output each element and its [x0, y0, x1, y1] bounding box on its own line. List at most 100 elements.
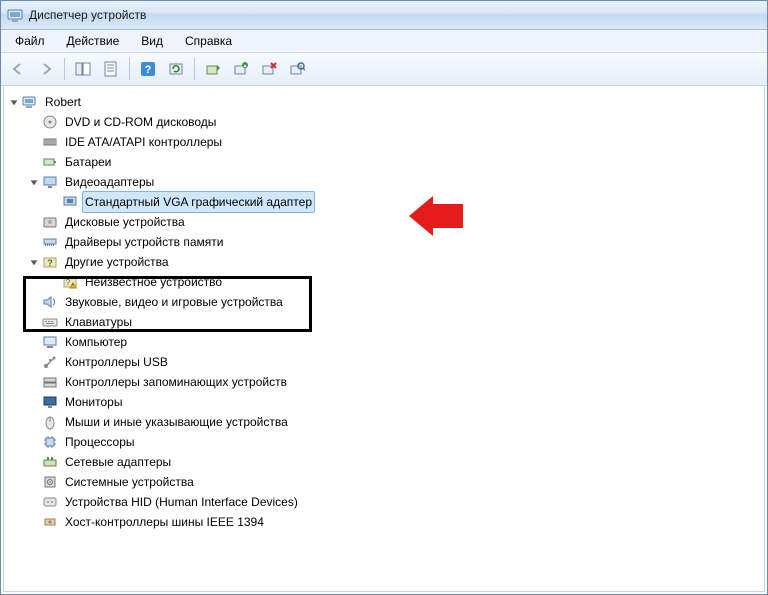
- update-driver-icon: [205, 61, 221, 77]
- display-chip-icon: [62, 194, 78, 210]
- tree-item-cat-4[interactable]: Дисковые устройства: [8, 212, 760, 232]
- device-tree[interactable]: Robert DVD и CD-ROM дисководы IDE ATA/AT…: [3, 85, 765, 592]
- tree-item-label: Дисковые устройства: [62, 211, 188, 233]
- tree-item-cat-8[interactable]: Клавиатуры: [8, 312, 760, 332]
- toolbar-scan[interactable]: [284, 56, 310, 82]
- usb-icon: [42, 354, 58, 370]
- toolbar-separator: [194, 58, 195, 80]
- tree-item-cat-10[interactable]: Контроллеры USB: [8, 352, 760, 372]
- arrow-left-icon: [10, 61, 26, 77]
- monitor-icon: [42, 394, 58, 410]
- disable-icon: [261, 61, 277, 77]
- device-manager-window: Диспетчер устройств Файл Действие Вид Сп…: [0, 0, 768, 595]
- arrow-right-icon: [38, 61, 54, 77]
- computer-root-icon: [22, 94, 38, 110]
- tree-item-cat-15[interactable]: Сетевые адаптеры: [8, 452, 760, 472]
- refresh-icon: [168, 61, 184, 77]
- tree-item-cat-5[interactable]: Драйверы устройств памяти: [8, 232, 760, 252]
- svg-text:?: ?: [66, 278, 71, 287]
- hid-icon: [42, 494, 58, 510]
- toolbar-update-driver[interactable]: [200, 56, 226, 82]
- disk-icon: [42, 214, 58, 230]
- tree-item-cat-3[interactable]: Видеоадаптеры: [8, 172, 760, 192]
- toolbar-disable[interactable]: [256, 56, 282, 82]
- toolbar: ? ▲: [1, 53, 767, 86]
- tree-item-label: DVD и CD-ROM дисководы: [62, 111, 219, 133]
- uninstall-icon: ▲: [233, 61, 249, 77]
- tree-item-label: Процессоры: [62, 431, 138, 453]
- console-tree-icon: [75, 61, 91, 77]
- tree-item-cat-2[interactable]: Батареи: [8, 152, 760, 172]
- tree-item-cat-11[interactable]: Контроллеры запоминающих устройств: [8, 372, 760, 392]
- toolbar-separator: [129, 58, 130, 80]
- tree-item-label: Другие устройства: [62, 251, 172, 273]
- tree-item-label: Батареи: [62, 151, 114, 173]
- toolbar-back[interactable]: [5, 56, 31, 82]
- unknown-warn-icon: ?!: [62, 274, 78, 290]
- tree-item-cat-12[interactable]: Мониторы: [8, 392, 760, 412]
- toolbar-show-hide[interactable]: [70, 56, 96, 82]
- tree-item-label: Неизвестное устройство: [82, 271, 225, 293]
- red-arrow-annotation: [409, 196, 463, 236]
- tree-item-cat-17[interactable]: Устройства HID (Human Interface Devices): [8, 492, 760, 512]
- keyboard-icon: [42, 314, 58, 330]
- window-title: Диспетчер устройств: [29, 8, 146, 22]
- tree-item-cat-3-child-0[interactable]: Стандартный VGA графический адаптер: [8, 192, 760, 212]
- toolbar-forward[interactable]: [33, 56, 59, 82]
- battery-icon: [42, 154, 58, 170]
- collapse-icon[interactable]: [28, 256, 40, 268]
- tree-item-cat-7[interactable]: Звуковые, видео и игровые устройства: [8, 292, 760, 312]
- tree-item-label: Мониторы: [62, 391, 125, 413]
- toolbar-help[interactable]: ?: [135, 56, 161, 82]
- titlebar[interactable]: Диспетчер устройств: [1, 1, 767, 30]
- tree-item-label: Компьютер: [62, 331, 130, 353]
- tree-item-cat-6-child-0[interactable]: ?! Неизвестное устройство: [8, 272, 760, 292]
- tree-item-label: Стандартный VGA графический адаптер: [82, 191, 315, 213]
- tree-item-label: Видеоадаптеры: [62, 171, 157, 193]
- system-icon: [42, 474, 58, 490]
- tree-item-root[interactable]: Robert: [8, 92, 760, 112]
- menu-action[interactable]: Действие: [57, 32, 130, 50]
- toolbar-separator: [64, 58, 65, 80]
- memory-icon: [42, 234, 58, 250]
- menu-view[interactable]: Вид: [131, 32, 173, 50]
- mouse-icon: [42, 414, 58, 430]
- tree-item-cat-13[interactable]: Мыши и иные указывающие устройства: [8, 412, 760, 432]
- tree-item-cat-9[interactable]: Компьютер: [8, 332, 760, 352]
- scan-hardware-icon: [289, 61, 305, 77]
- tree-item-cat-18[interactable]: Хост-контроллеры шины IEEE 1394: [8, 512, 760, 532]
- toolbar-uninstall[interactable]: ▲: [228, 56, 254, 82]
- tree-item-cat-14[interactable]: Процессоры: [8, 432, 760, 452]
- tree-item-cat-0[interactable]: DVD и CD-ROM дисководы: [8, 112, 760, 132]
- collapse-icon[interactable]: [8, 96, 20, 108]
- menu-help[interactable]: Справка: [175, 32, 242, 50]
- menu-file[interactable]: Файл: [5, 32, 55, 50]
- display-icon: [42, 174, 58, 190]
- toolbar-properties[interactable]: [98, 56, 124, 82]
- toolbar-refresh[interactable]: [163, 56, 189, 82]
- tree-item-label: Хост-контроллеры шины IEEE 1394: [62, 511, 267, 533]
- help-icon: ?: [140, 61, 156, 77]
- svg-text:▲: ▲: [243, 63, 248, 69]
- tree-item-label: Системные устройства: [62, 471, 197, 493]
- tree-item-cat-1[interactable]: IDE ATA/ATAPI контроллеры: [8, 132, 760, 152]
- storage-ctrl-icon: [42, 374, 58, 390]
- tree-item-cat-6[interactable]: ? Другие устройства: [8, 252, 760, 272]
- tree-item-label: Robert: [42, 91, 84, 113]
- tree-item-label: Клавиатуры: [62, 311, 135, 333]
- ieee1394-icon: [42, 514, 58, 530]
- menubar: Файл Действие Вид Справка: [1, 30, 767, 53]
- svg-text:?: ?: [145, 64, 152, 76]
- computer-icon: [42, 334, 58, 350]
- tree-item-label: IDE ATA/ATAPI контроллеры: [62, 131, 225, 153]
- tree-item-label: Сетевые адаптеры: [62, 451, 174, 473]
- tree-item-label: Контроллеры запоминающих устройств: [62, 371, 290, 393]
- tree-item-cat-16[interactable]: Системные устройства: [8, 472, 760, 492]
- tree-item-label: Звуковые, видео и игровые устройства: [62, 291, 286, 313]
- tree-item-label: Контроллеры USB: [62, 351, 171, 373]
- properties-icon: [103, 61, 119, 77]
- tree-item-label: Устройства HID (Human Interface Devices): [62, 491, 301, 513]
- collapse-icon[interactable]: [28, 176, 40, 188]
- sound-icon: [42, 294, 58, 310]
- cpu-icon: [42, 434, 58, 450]
